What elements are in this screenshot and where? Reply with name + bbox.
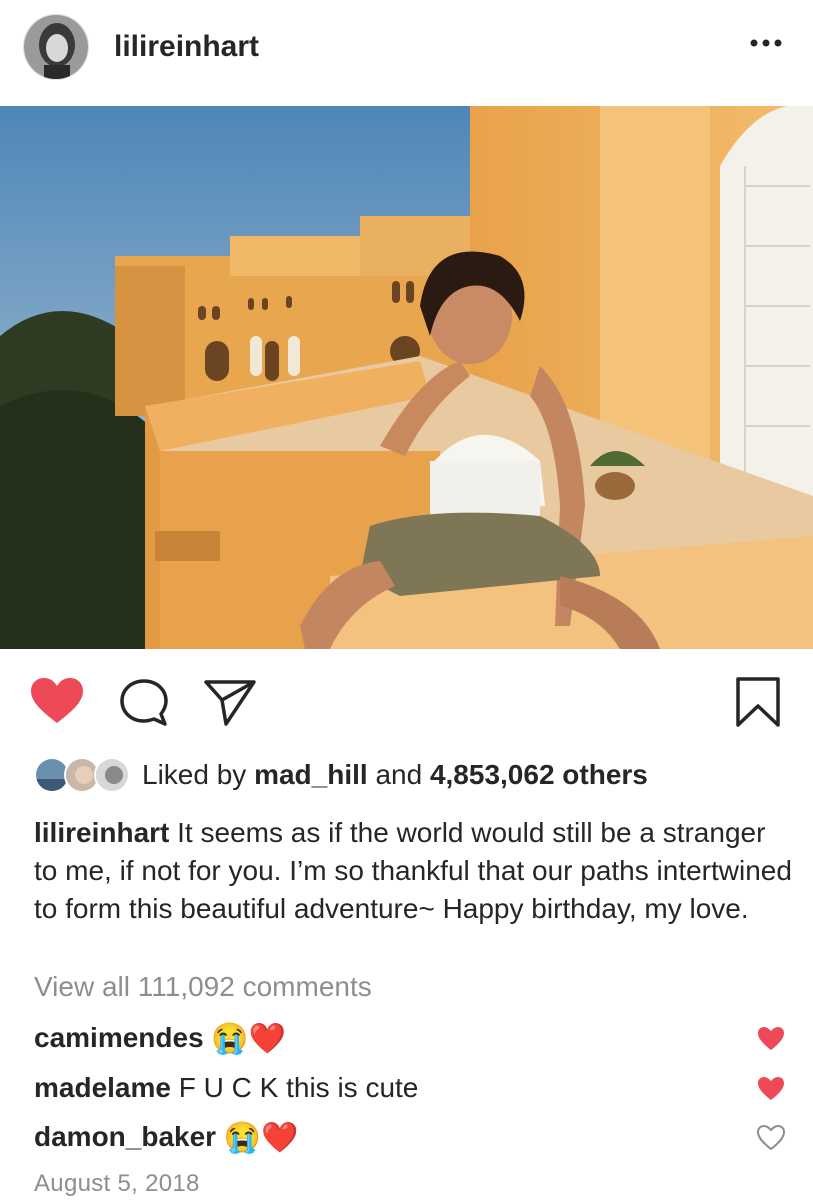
likes-joiner: and	[375, 759, 423, 790]
others-likes-link[interactable]: 4,853,062 others	[430, 759, 648, 790]
post-photo[interactable]	[0, 106, 813, 649]
comment-username[interactable]: madelame	[34, 1072, 171, 1103]
comment-item: camimendes 😭❤️	[34, 1018, 754, 1058]
comment-heart-icon[interactable]	[757, 1026, 785, 1052]
comment-item: damon_baker 😭❤️	[34, 1117, 754, 1157]
bookmark-icon[interactable]	[735, 676, 781, 733]
profile-avatar[interactable]	[23, 14, 89, 80]
comment-heart-icon[interactable]	[757, 1076, 785, 1102]
comment-heart-outline-icon[interactable]	[756, 1124, 786, 1151]
caption-username[interactable]: lilireinhart	[34, 817, 169, 848]
comment-username[interactable]: damon_baker	[34, 1121, 216, 1152]
post-date: August 5, 2018	[34, 1170, 200, 1197]
likes-row: Liked by mad_hill and 4,853,062 others	[34, 757, 794, 797]
comment-bubble-icon[interactable]	[118, 678, 170, 733]
more-dots-icon[interactable]	[749, 36, 783, 48]
comment-emojis: 😭❤️	[211, 1022, 287, 1056]
heart-icon[interactable]	[30, 677, 84, 730]
comment-emojis: 😭❤️	[223, 1121, 299, 1155]
comment-text: F U C K this is cute	[178, 1072, 419, 1103]
post-header: lilireinhart	[0, 0, 813, 106]
post-username[interactable]: lilireinhart	[114, 30, 259, 64]
action-bar	[0, 650, 813, 740]
likes-prefix: Liked by	[142, 759, 247, 790]
paper-plane-icon[interactable]	[204, 678, 256, 731]
comment-username[interactable]: camimendes	[34, 1022, 204, 1053]
post-caption: lilireinhart It seems as if the world wo…	[34, 814, 794, 928]
view-all-comments-link[interactable]: View all 111,092 comments	[34, 971, 372, 1003]
liker-avatar[interactable]	[94, 757, 130, 793]
first-liker-link[interactable]: mad_hill	[254, 759, 368, 790]
likes-summary: Liked by mad_hill and 4,853,062 others	[142, 759, 648, 791]
comment-item: madelame F U C K this is cute	[34, 1068, 754, 1108]
